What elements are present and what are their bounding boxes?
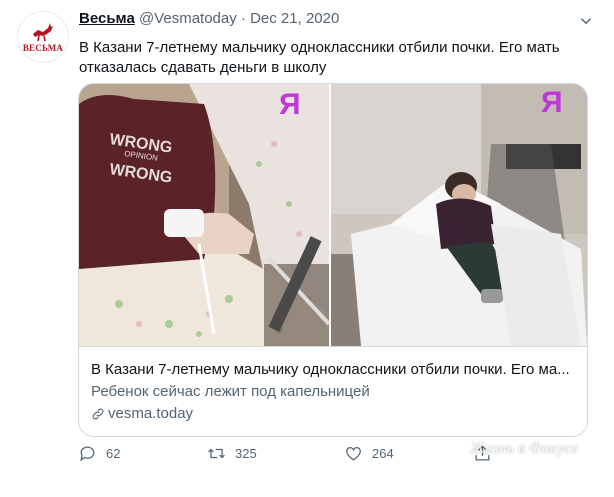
like-button[interactable]: 264 bbox=[344, 444, 394, 463]
reply-icon bbox=[80, 446, 95, 462]
tweet-actions: 62 325 264 bbox=[78, 444, 538, 466]
retweet-icon bbox=[208, 448, 225, 459]
like-count: 264 bbox=[372, 446, 394, 461]
reply-button[interactable]: 62 bbox=[78, 444, 120, 463]
watermark: Жизнь в Фокусе bbox=[470, 440, 579, 457]
avatar-logo-text: ВЕСЬМА bbox=[22, 42, 64, 53]
tweet-text: В Казани 7-летнему мальчику одноклассник… bbox=[79, 39, 560, 76]
retweet-button[interactable]: 325 bbox=[207, 444, 257, 463]
photo-right-image: Я bbox=[331, 84, 587, 346]
photo-right[interactable]: Я bbox=[331, 84, 587, 346]
reply-count: 62 bbox=[106, 446, 121, 461]
chevron-down-icon[interactable] bbox=[577, 12, 595, 30]
card-domain[interactable]: vesma.today bbox=[91, 405, 193, 422]
card-domain-text: vesma.today bbox=[108, 405, 194, 422]
photo-left-overlay-letter: Я bbox=[279, 88, 301, 121]
tweet-date[interactable]: Dec 21, 2020 bbox=[250, 10, 339, 27]
vesma-logo-icon bbox=[33, 22, 53, 41]
card-title[interactable]: В Казани 7-летнему мальчику одноклассник… bbox=[91, 361, 575, 378]
photo-left-image: WRONG OPINION WRONG Я bbox=[79, 84, 329, 346]
photo-left[interactable]: WRONG OPINION WRONG Я bbox=[79, 84, 329, 346]
card-description: Ребенок сейчас лежит под капельницей bbox=[91, 383, 370, 400]
link-icon bbox=[92, 408, 104, 419]
link-card[interactable]: WRONG OPINION WRONG Я Я В Казани 7-летне… bbox=[78, 83, 588, 437]
svg-text:Я: Я bbox=[541, 86, 563, 119]
card-photos[interactable]: WRONG OPINION WRONG Я Я bbox=[79, 84, 587, 346]
author-handle[interactable]: @Vesmatoday bbox=[139, 10, 237, 27]
card-body[interactable]: В Казани 7-летнему мальчику одноклассник… bbox=[79, 346, 587, 436]
header-separator: · bbox=[240, 10, 246, 27]
retweet-count: 325 bbox=[235, 446, 257, 461]
heart-icon bbox=[346, 447, 361, 461]
author-name[interactable]: Весьма bbox=[79, 10, 135, 27]
tweet[interactable]: ВЕСЬМА Весьма @Vesmatoday · Dec 21, 2020… bbox=[0, 0, 614, 497]
avatar[interactable]: ВЕСЬМА bbox=[17, 11, 69, 63]
tweet-header: Весьма @Vesmatoday · Dec 21, 2020 bbox=[79, 10, 339, 27]
